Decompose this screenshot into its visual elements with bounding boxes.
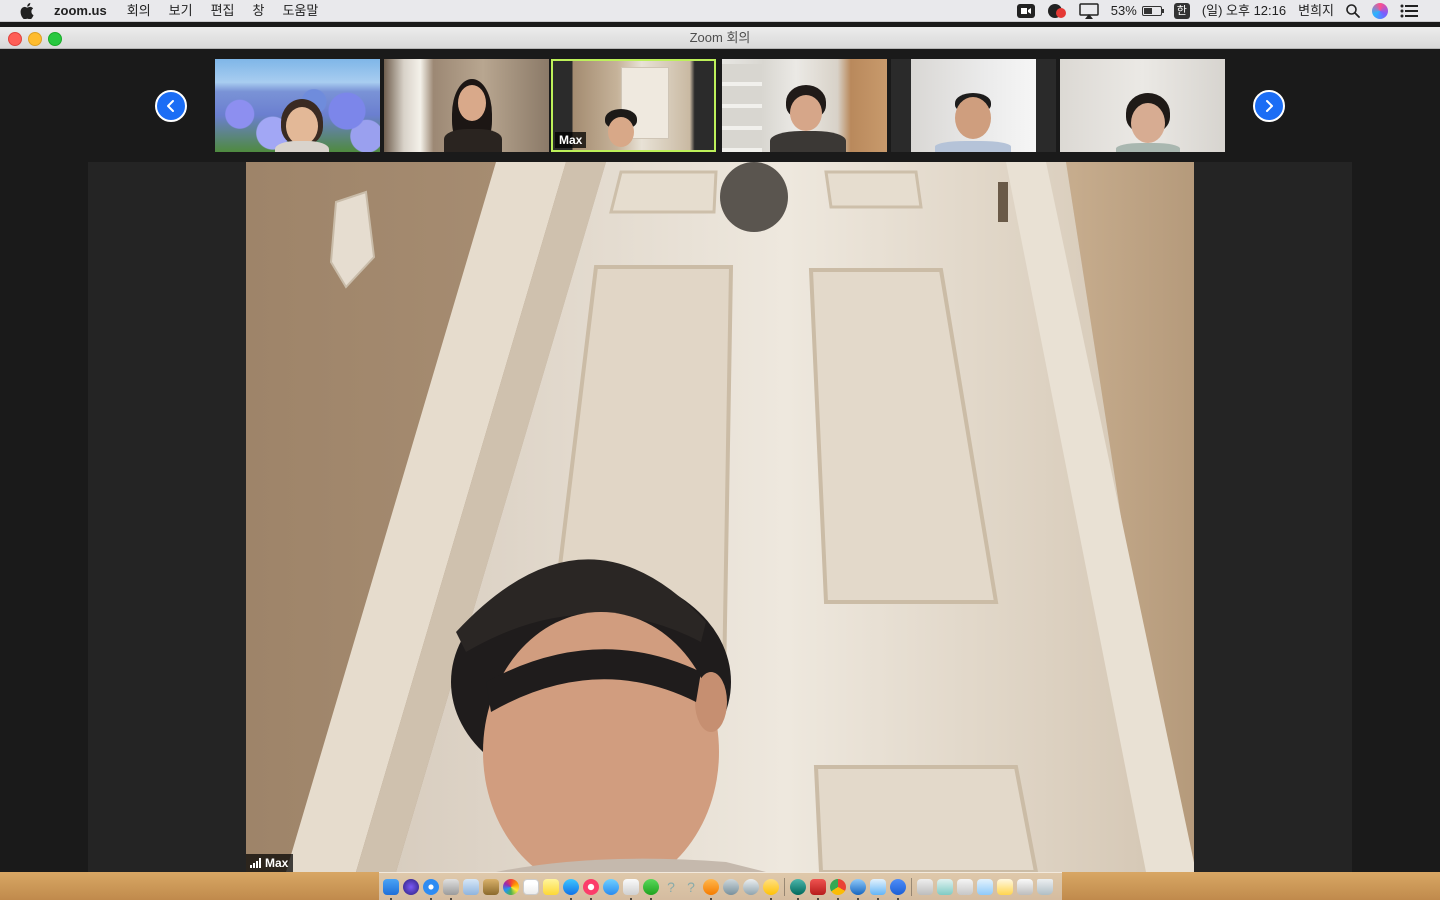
- battery-icon: [1141, 5, 1164, 16]
- kakaotalk-icon[interactable]: [763, 878, 779, 900]
- user-name[interactable]: 변희지: [1298, 0, 1334, 22]
- preview-icon[interactable]: [463, 878, 479, 895]
- apple-menu-icon[interactable]: [20, 2, 34, 19]
- battery-status[interactable]: 53%: [1110, 0, 1164, 22]
- zoom-meeting-area: Max Max: [0, 49, 1440, 872]
- image-file-icon[interactable]: [977, 878, 993, 895]
- messages-icon[interactable]: [603, 878, 619, 895]
- chevron-left-icon: [167, 100, 174, 112]
- siri-app-icon[interactable]: [403, 878, 419, 895]
- quicktime-icon[interactable]: [850, 878, 866, 900]
- notification-center-icon[interactable]: [1400, 4, 1418, 18]
- acrobat-icon[interactable]: [810, 878, 826, 900]
- active-speaker-stage: Max: [88, 162, 1352, 872]
- active-speaker-video[interactable]: Max: [246, 162, 1194, 872]
- chrome-icon[interactable]: [830, 878, 846, 900]
- system-preferences-icon[interactable]: [743, 878, 759, 895]
- next-page-button[interactable]: [1253, 90, 1285, 122]
- dock: ? ?: [379, 872, 1062, 900]
- menu-window[interactable]: 창: [244, 0, 274, 22]
- app-menu-zoom[interactable]: zoom.us: [54, 0, 118, 22]
- airplay-icon[interactable]: [1079, 2, 1099, 19]
- safari-icon[interactable]: [423, 878, 439, 900]
- participant-thumbnail[interactable]: [1060, 59, 1225, 152]
- input-method-icon: 한: [1173, 2, 1190, 19]
- mail-icon[interactable]: [443, 878, 459, 900]
- menu-bar: zoom.us 회의 보기 편집 창 도움말 53% 한 (일) 오후 12:1…: [0, 0, 1440, 22]
- spotlight-search-icon[interactable]: [1346, 3, 1360, 18]
- notification-app-icon[interactable]: [1047, 3, 1067, 19]
- documents-icon[interactable]: [623, 878, 639, 900]
- dock-separator: [784, 877, 785, 896]
- trash-icon[interactable]: [1037, 878, 1053, 895]
- keyboard-viewer-icon[interactable]: [870, 878, 886, 900]
- notes-folder-icon[interactable]: [483, 878, 499, 895]
- stickies-icon[interactable]: [543, 878, 559, 895]
- connection-signal-icon: [250, 858, 261, 868]
- participant-thumbnail[interactable]: [891, 59, 1056, 152]
- launchpad-icon[interactable]: [723, 878, 739, 895]
- chevron-right-icon: [1266, 100, 1273, 112]
- document-file-icon[interactable]: [957, 878, 973, 895]
- maps-icon[interactable]: [790, 878, 806, 900]
- pdf-file-icon[interactable]: [997, 878, 1013, 895]
- previous-page-button[interactable]: [155, 90, 187, 122]
- books-icon[interactable]: [703, 878, 719, 900]
- calendar-icon[interactable]: [523, 878, 539, 895]
- siri-icon[interactable]: [1372, 2, 1388, 19]
- zoom-app-icon[interactable]: [890, 878, 906, 900]
- window-title: Zoom 회의: [689, 30, 751, 45]
- menu-help[interactable]: 도움말: [273, 0, 327, 22]
- menu-edit[interactable]: 편집: [202, 0, 244, 22]
- unknown-app-icon[interactable]: ?: [683, 879, 699, 895]
- music-icon[interactable]: [583, 878, 599, 900]
- participant-thumbnail[interactable]: [722, 59, 887, 152]
- app-store-icon[interactable]: [563, 878, 579, 900]
- participant-thumbnail[interactable]: [215, 59, 380, 152]
- participant-thumbnail[interactable]: [384, 59, 549, 152]
- clock[interactable]: (일) 오후 12:16: [1202, 0, 1286, 22]
- participant-thumbnail-strip: Max: [0, 49, 1440, 161]
- speaker-video-frame: [246, 162, 1194, 872]
- input-method[interactable]: 한: [1173, 2, 1190, 19]
- downloads-stack-icon[interactable]: [1017, 878, 1033, 895]
- screenshot-file-icon[interactable]: [917, 878, 933, 895]
- menu-view[interactable]: 보기: [160, 0, 202, 22]
- speaker-name-label: Max: [246, 854, 294, 872]
- photos-icon[interactable]: [503, 878, 519, 895]
- screen-file-icon[interactable]: [937, 878, 953, 895]
- participant-thumbnail-active[interactable]: Max: [551, 59, 716, 152]
- zoom-status-icon[interactable]: [1016, 3, 1035, 18]
- speaker-name: Max: [265, 856, 289, 870]
- wechat-icon[interactable]: [643, 878, 659, 900]
- window-title-bar: Zoom 회의: [0, 27, 1440, 49]
- battery-percent: 53%: [1110, 2, 1137, 18]
- menu-meeting[interactable]: 회의: [118, 0, 160, 22]
- finder-icon[interactable]: [383, 878, 399, 900]
- unknown-app-icon[interactable]: ?: [663, 879, 679, 895]
- active-participant-name: Max: [555, 132, 587, 148]
- dock-separator: [911, 877, 912, 896]
